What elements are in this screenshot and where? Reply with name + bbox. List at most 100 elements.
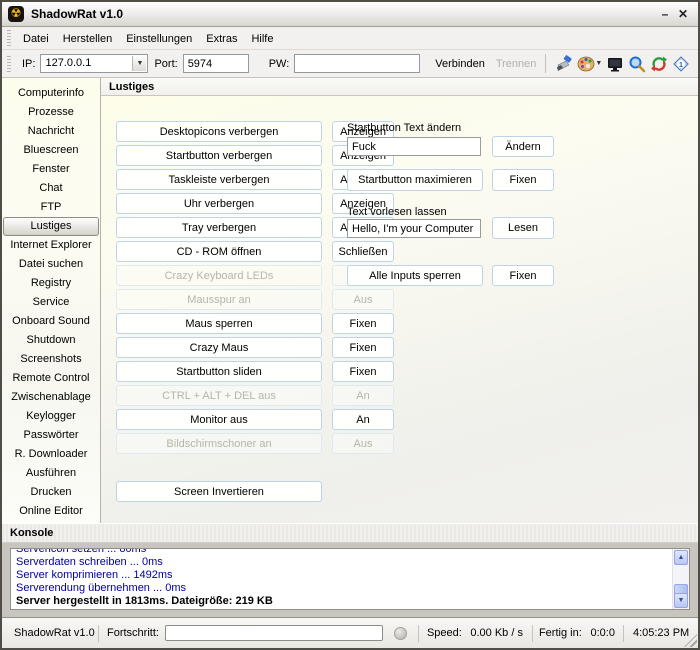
main-panel: Lustiges Desktopicons verbergenAnzeigenS… <box>101 78 698 523</box>
screen-invertieren-button[interactable]: Screen Invertieren <box>116 481 322 502</box>
menu-hilfe[interactable]: Hilfe <box>244 30 280 48</box>
cd-rom-ffnen-button[interactable]: CD - ROM öffnen <box>116 241 322 262</box>
progress-bar <box>165 625 383 641</box>
menu-einstellungen[interactable]: Einstellungen <box>119 30 199 48</box>
statusbar-app-name: ShadowRat v1.0 <box>2 618 98 648</box>
pw-label: PW: <box>269 58 290 70</box>
scroll-down-icon[interactable]: ▼ <box>674 593 688 608</box>
sidebar-item-fenster[interactable]: Fenster <box>2 160 100 179</box>
clean-brush-icon[interactable] <box>553 53 575 75</box>
sidebar: ComputerinfoProzesseNachrichtBluescreenF… <box>2 78 101 523</box>
monitor-aus-an-button[interactable]: An <box>332 409 394 430</box>
console-scrollbar[interactable]: ▲ ▼ <box>672 549 689 609</box>
action-row-ctrl-alt-del-aus: CTRL + ALT + DEL ausAn <box>116 385 394 406</box>
sidebar-item-drucken[interactable]: Drucken <box>2 483 100 502</box>
lesen-button[interactable]: Lesen <box>492 217 554 239</box>
console-line: Serverendung übernehmen ... 0ms <box>16 582 671 595</box>
search-icon[interactable] <box>626 53 648 75</box>
monitor-aus-button[interactable]: Monitor aus <box>116 409 322 430</box>
maus-sperren-button[interactable]: Maus sperren <box>116 313 322 334</box>
svg-text:1: 1 <box>679 62 683 69</box>
sidebar-item-registry[interactable]: Registry <box>2 274 100 293</box>
stop-circle-icon[interactable] <box>394 627 407 640</box>
console-log[interactable]: Servericon setzen ... 80msServerdaten sc… <box>10 548 690 610</box>
sidebar-item-prozesse[interactable]: Prozesse <box>2 103 100 122</box>
startbutton-sliden-fixen-button[interactable]: Fixen <box>332 361 394 382</box>
sidebar-item-datei-suchen[interactable]: Datei suchen <box>2 255 100 274</box>
taskleiste-verbergen-button[interactable]: Taskleiste verbergen <box>116 169 322 190</box>
console-line: Server hergestellt in 1813ms. Dateigröße… <box>16 595 671 608</box>
crazy-keyboard-leds-button: Crazy Keyboard LEDs <box>116 265 322 286</box>
menubar: DateiHerstellenEinstellungenExtrasHilfe <box>2 27 698 50</box>
menubar-gripper[interactable] <box>7 30 11 46</box>
ctrl-alt-del-aus-an-button: An <box>332 385 394 406</box>
sidebar-item-chat[interactable]: Chat <box>2 179 100 198</box>
startbutton-verbergen-button[interactable]: Startbutton verbergen <box>116 145 322 166</box>
sidebar-item-ausf-hren[interactable]: Ausführen <box>2 464 100 483</box>
toolbar-gripper[interactable] <box>7 56 11 72</box>
startbutton-maximieren-button[interactable]: Startbutton maximieren <box>347 169 483 191</box>
sidebar-item-online-editor[interactable]: Online Editor <box>2 502 100 521</box>
sidebar-item-keylogger[interactable]: Keylogger <box>2 407 100 426</box>
scroll-up-icon[interactable]: ▲ <box>674 550 688 565</box>
sidebar-item-bluescreen[interactable]: Bluescreen <box>2 141 100 160</box>
sidebar-item-nachricht[interactable]: Nachricht <box>2 122 100 141</box>
sidebar-item-computerinfo[interactable]: Computerinfo <box>2 84 100 103</box>
action-row-crazy-maus: Crazy Maus Fixen <box>116 337 394 358</box>
sidebar-item-shutdown[interactable]: Shutdown <box>2 331 100 350</box>
menu-herstellen[interactable]: Herstellen <box>56 30 120 48</box>
color-palette-icon[interactable] <box>575 53 597 75</box>
sidebar-item-screenshots[interactable]: Screenshots <box>2 350 100 369</box>
cd-rom-ffnen-schlie-en-button[interactable]: Schließen <box>332 241 394 262</box>
action-row-mausspur-an: Mausspur anAus <box>116 289 394 310</box>
sidebar-item-lustiges[interactable]: Lustiges <box>3 217 99 236</box>
password-input[interactable] <box>294 54 420 73</box>
info-diamond-icon[interactable]: 1 <box>670 53 692 75</box>
close-button[interactable]: ✕ <box>674 7 692 21</box>
sidebar-item-ftp[interactable]: FTP <box>2 198 100 217</box>
sidebar-item-zwischenablage[interactable]: Zwischenablage <box>2 388 100 407</box>
bildschirmschoner-an-button: Bildschirmschoner an <box>116 433 322 454</box>
sidebar-item-onboard-sound[interactable]: Onboard Sound <box>2 312 100 331</box>
action-row-maus-sperren: Maus sperren Fixen <box>116 313 394 334</box>
action-row-startbutton-sliden: Startbutton sliden Fixen <box>116 361 394 382</box>
menu-datei[interactable]: Datei <box>16 30 56 48</box>
desktopicons-verbergen-button[interactable]: Desktopicons verbergen <box>116 121 322 142</box>
text-vorlesen-label: Text vorlesen lassen <box>347 206 447 218</box>
minimize-button[interactable]: – <box>656 7 674 21</box>
sidebar-item-passw-rter[interactable]: Passwörter <box>2 426 100 445</box>
toolbar-separator <box>545 54 546 73</box>
console-line: Serverdaten schreiben ... 0ms <box>16 556 671 569</box>
chevron-down-icon[interactable]: ▼ <box>132 56 146 71</box>
maus-sperren-fixen-button[interactable]: Fixen <box>332 313 394 334</box>
menu-extras[interactable]: Extras <box>199 30 244 48</box>
crazy-maus-button[interactable]: Crazy Maus <box>116 337 322 358</box>
tray-verbergen-button[interactable]: Tray verbergen <box>116 217 322 238</box>
startbutton-text-input[interactable] <box>347 137 481 156</box>
connect-button[interactable]: Verbinden <box>435 58 485 70</box>
speed-label: Speed: <box>427 627 462 639</box>
aendern-button[interactable]: Ändern <box>492 136 554 157</box>
alle-inputs-sperren-button[interactable]: Alle Inputs sperren <box>347 265 483 286</box>
uhr-verbergen-button[interactable]: Uhr verbergen <box>116 193 322 214</box>
sidebar-item-remote-control[interactable]: Remote Control <box>2 369 100 388</box>
port-input[interactable] <box>183 54 249 73</box>
toolbar: IP: 127.0.0.1 ▼ Port: PW: Verbinden Tren… <box>2 50 698 78</box>
startbutton-maximieren-fixen-button[interactable]: Fixen <box>492 169 554 191</box>
ip-combobox[interactable]: 127.0.0.1 ▼ <box>40 54 148 73</box>
speak-text-input[interactable] <box>347 219 481 238</box>
alle-inputs-sperren-fixen-button[interactable]: Fixen <box>492 265 554 286</box>
startbutton-sliden-button[interactable]: Startbutton sliden <box>116 361 322 382</box>
content-area: ComputerinfoProzesseNachrichtBluescreenF… <box>2 78 698 523</box>
palette-dropdown-icon[interactable]: ▼ <box>595 60 602 67</box>
eta-value: 0:0:0 <box>590 627 622 639</box>
sidebar-item-service[interactable]: Service <box>2 293 100 312</box>
refresh-icon[interactable] <box>648 53 670 75</box>
sidebar-item-r-downloader[interactable]: R. Downloader <box>2 445 100 464</box>
monitor-icon[interactable] <box>604 53 626 75</box>
console-line: Server komprimieren ... 1492ms <box>16 569 671 582</box>
crazy-maus-fixen-button[interactable]: Fixen <box>332 337 394 358</box>
statusbar: ShadowRat v1.0 Fortschritt: Speed: 0.00 … <box>2 617 698 648</box>
sidebar-item-internet-explorer[interactable]: Internet Explorer <box>2 236 100 255</box>
console-area: Servericon setzen ... 80msServerdaten sc… <box>2 543 698 617</box>
